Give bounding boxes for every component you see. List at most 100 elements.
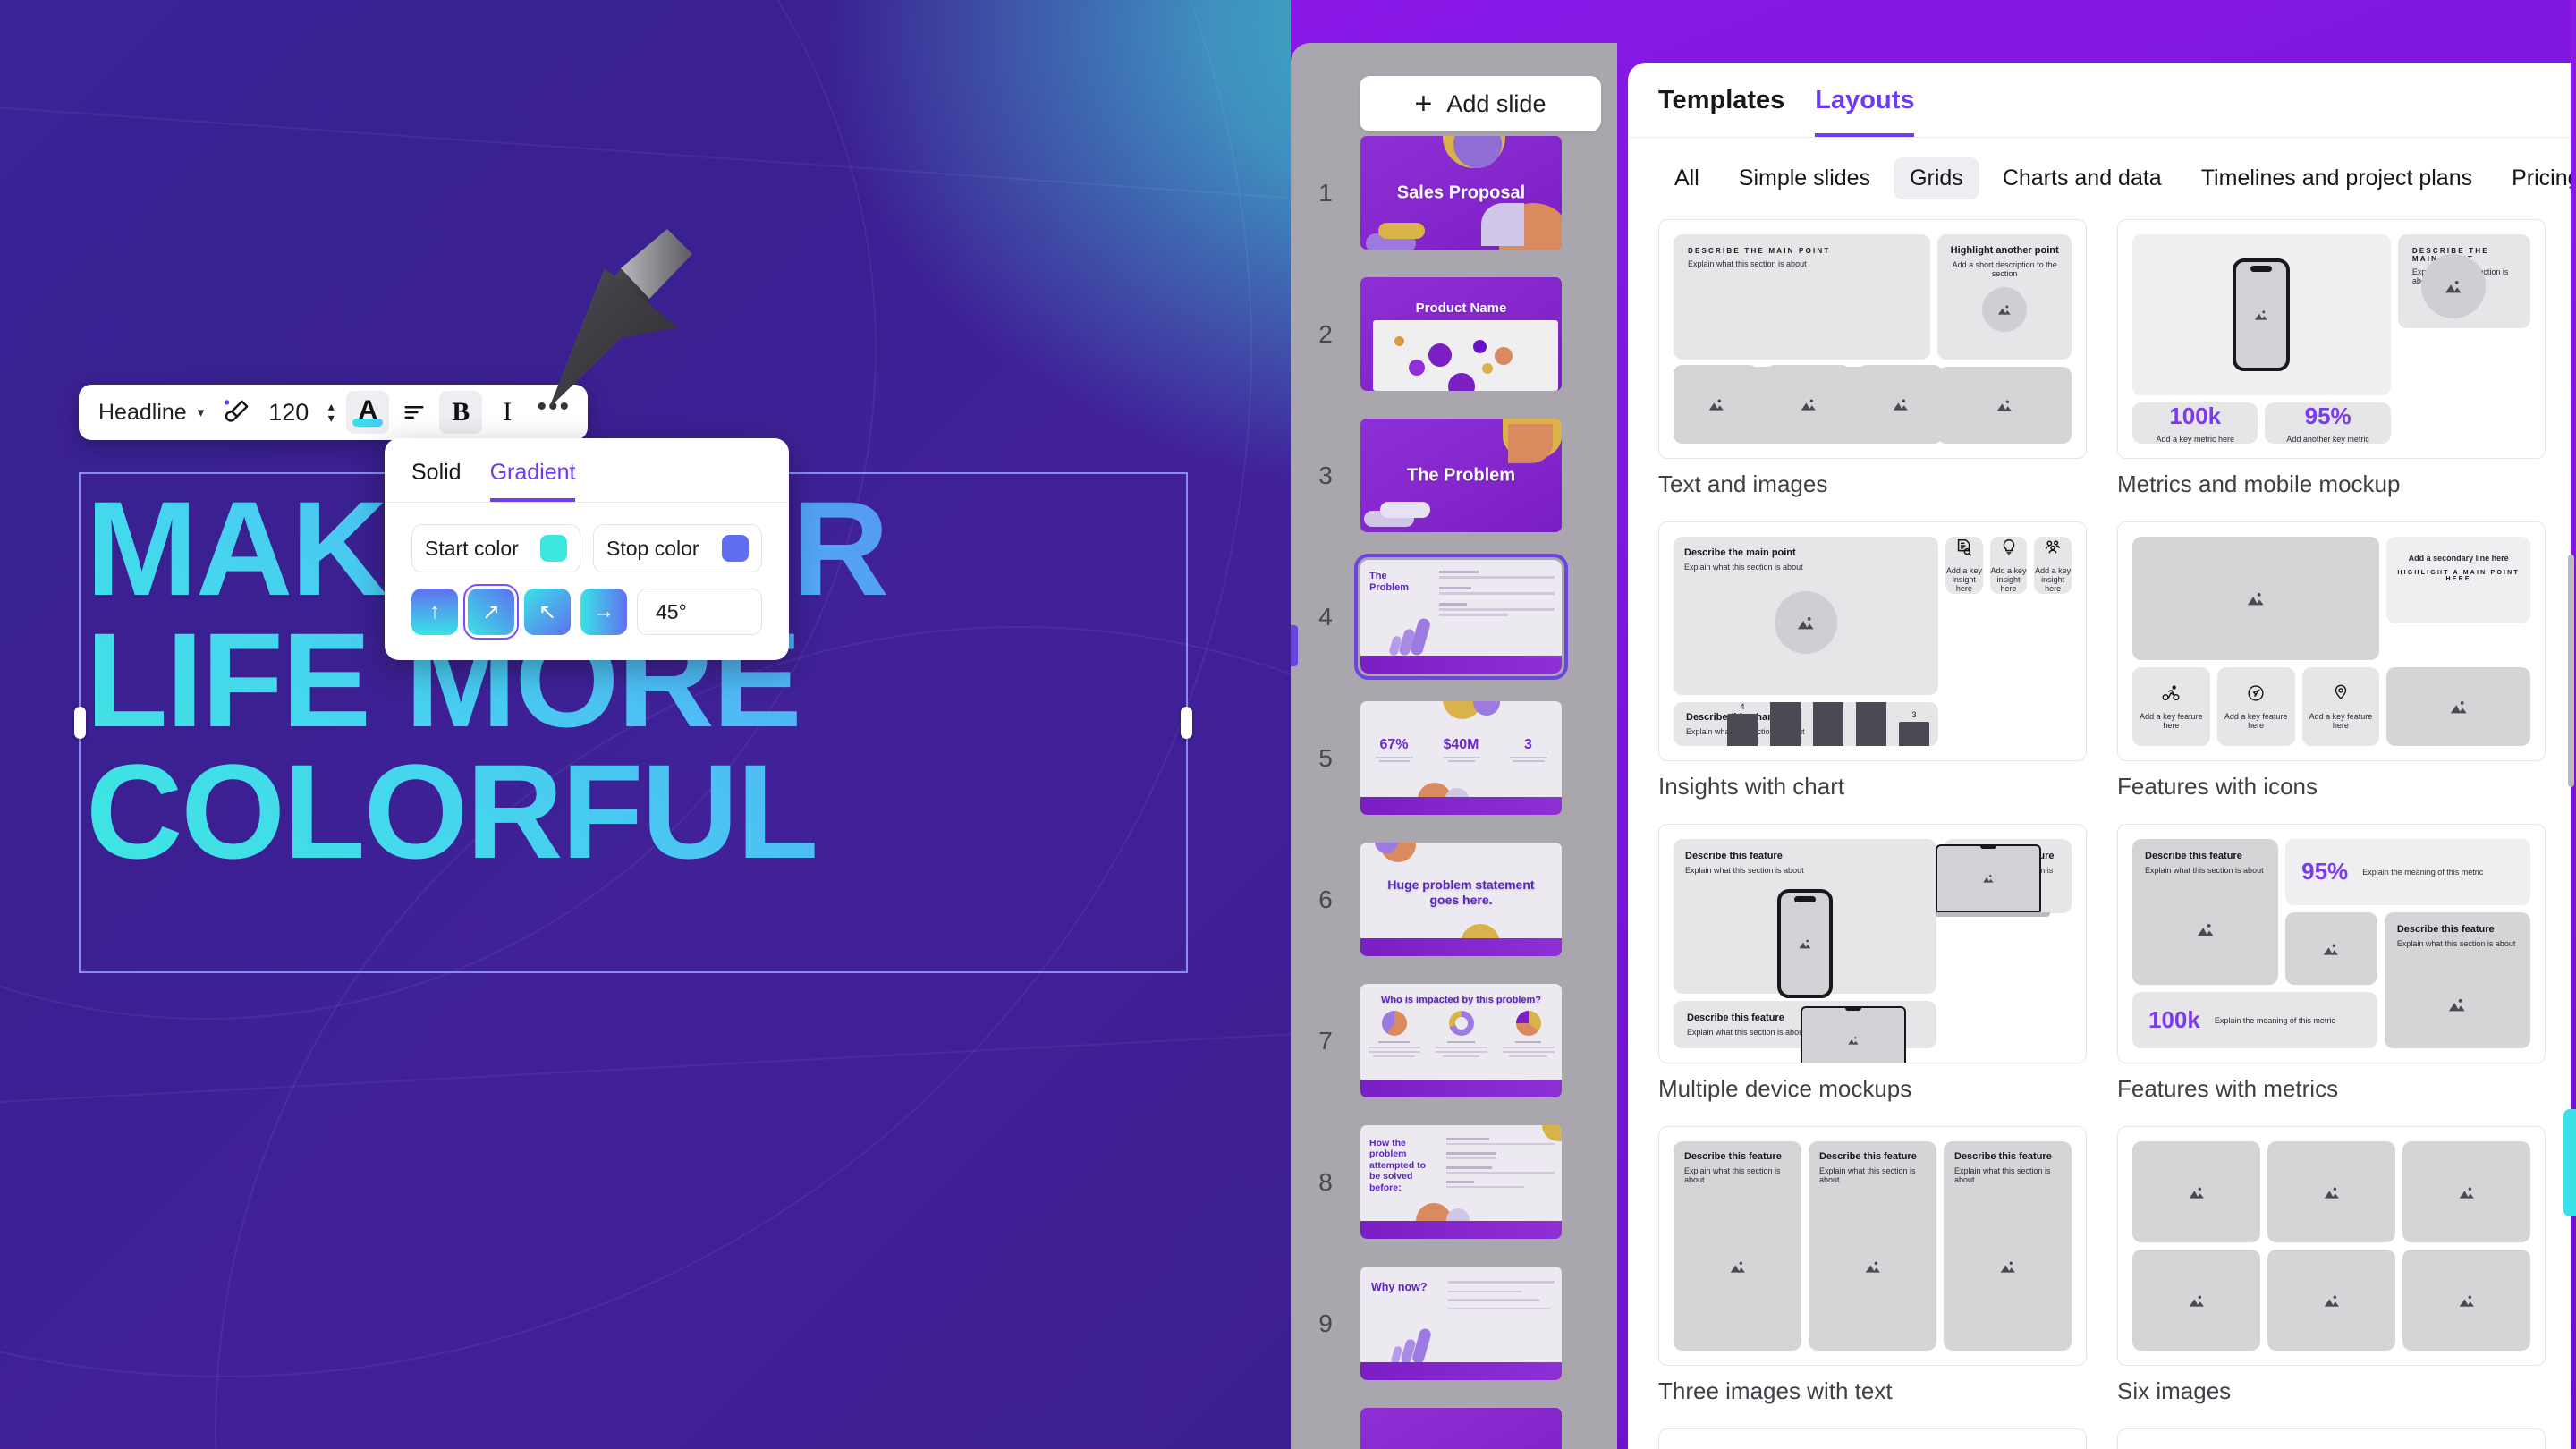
slide-list-item-7[interactable]: 7 Who is impacted by this problem? — [1291, 984, 1617, 1097]
slide-number: 2 — [1318, 319, 1333, 348]
slide-number: 1 — [1318, 178, 1333, 207]
tab-solid[interactable]: Solid — [411, 460, 462, 502]
chevron-down-icon[interactable]: ▾ — [328, 411, 335, 424]
layout-card-features-with-metrics[interactable]: Describe this feature Explain what this … — [2117, 824, 2546, 1103]
image-placeholder-icon — [1996, 400, 2012, 411]
slide-thumbnail[interactable]: Why now? — [1360, 1267, 1562, 1380]
tab-gradient[interactable]: Gradient — [489, 460, 576, 502]
gradient-direction-right[interactable]: → — [580, 589, 627, 635]
mobile-mockup — [2233, 258, 2291, 371]
layout-card-multiple-device-mockups[interactable]: Describe this feature Explain what this … — [1658, 824, 2087, 1103]
stop-color-field[interactable]: Stop color — [593, 524, 762, 572]
panel-scrollbar[interactable] — [2568, 555, 2574, 787]
bar-value-label: 4 — [1740, 702, 1745, 711]
layout-card-partial-1[interactable] — [1658, 1428, 2087, 1449]
slide-canvas[interactable]: MAKE YOUR LIFE MORE COLORFUL — [0, 0, 1291, 1449]
metric-value: 95% — [2301, 858, 2349, 886]
font-size-value[interactable]: 120 — [261, 399, 316, 427]
image-placeholder-icon — [2189, 1187, 2204, 1199]
card-label: Text and images — [1658, 470, 1828, 497]
slide-list-item-6[interactable]: 6 Huge problem statement goes here. — [1291, 843, 1617, 956]
slide-list-item-5[interactable]: 5 67% $40M 3 — [1291, 701, 1617, 815]
slide-thumbnail[interactable]: The Problem — [1354, 554, 1568, 680]
paint-brush-button[interactable] — [215, 391, 258, 434]
laptop-mockup — [1800, 1006, 1915, 1063]
chevron-down-icon: ▾ — [197, 405, 205, 420]
stop-color-swatch[interactable] — [722, 535, 749, 562]
text-color-button[interactable]: A — [346, 391, 390, 434]
image-placeholder-icon — [1847, 1037, 1859, 1045]
italic-button[interactable]: I — [486, 391, 529, 434]
add-slide-button[interactable]: + Add slide — [1360, 76, 1601, 131]
card-body-2: Add a short description to the section — [1952, 260, 2057, 278]
align-button[interactable] — [393, 391, 436, 434]
layout-card-three-images-with-text[interactable]: Describe this feature Explain what this … — [1658, 1126, 2087, 1405]
chip-charts-and-data[interactable]: Charts and data — [1987, 157, 2178, 199]
card-label: Features with icons — [2117, 773, 2318, 800]
slide-list-item-8[interactable]: 8 How the problem attempted to be solved… — [1291, 1125, 1617, 1239]
slide-thumbnail-title: Who is impacted by this problem? — [1380, 995, 1542, 1005]
start-color-field[interactable]: Start color — [411, 524, 580, 572]
slide-list-item-3[interactable]: 3 The Problem — [1291, 419, 1617, 532]
arrow-right-icon: → — [593, 599, 614, 623]
layout-card-partial-2[interactable] — [2117, 1428, 2546, 1449]
chip-timelines-and-project-plans[interactable]: Timelines and project plans — [2185, 157, 2488, 199]
decorative-line — [0, 106, 1291, 208]
slide-thumbnail-title: How the problem attempted to be solved b… — [1369, 1138, 1426, 1193]
slide-list-item-10[interactable]: 10 — [1291, 1408, 1617, 1449]
slide-list-item-9[interactable]: 9 Why now? — [1291, 1267, 1617, 1380]
layout-card-features-with-icons[interactable]: Add a secondary line here HIGHLIGHT A MA… — [2117, 521, 2546, 801]
slide-thumbnail-title: Sales Proposal — [1396, 182, 1526, 202]
bar — [1899, 722, 1929, 746]
tab-templates[interactable]: Templates — [1658, 86, 1784, 137]
image-placeholder-icon — [2324, 1295, 2339, 1307]
layout-card-six-images[interactable]: Six images — [2117, 1126, 2546, 1405]
chevron-up-icon[interactable]: ▴ — [328, 400, 335, 412]
bar-chart: 4 867 3 — [1727, 701, 1929, 746]
chip-grids[interactable]: Grids — [1894, 157, 1979, 199]
slide-number: 3 — [1318, 461, 1333, 489]
slide-thumbnail[interactable]: Product Name — [1360, 277, 1562, 391]
chip-all[interactable]: All — [1658, 157, 1716, 199]
gradient-direction-up-right[interactable]: ↗ — [463, 584, 519, 640]
image-placeholder-icon — [1998, 305, 2011, 315]
metric-caption: Add another key metric — [2286, 435, 2369, 444]
image-placeholder-icon — [2445, 280, 2462, 293]
font-size-stepper[interactable]: ▴ ▾ — [319, 400, 343, 424]
slide-thumbnail[interactable] — [1360, 1408, 1562, 1449]
image-placeholder-icon — [2189, 1295, 2204, 1307]
layout-card-metrics-and-mobile-mockup[interactable]: DESCRIBE THE MAIN POINT Explain what thi… — [2117, 219, 2546, 498]
text-style-dropdown[interactable]: Headline ▾ — [91, 396, 211, 429]
slide-list-item-4[interactable]: 4 The Problem — [1291, 554, 1617, 680]
slide-thumbnail[interactable]: The Problem — [1360, 419, 1562, 532]
gradient-angle-input[interactable]: 45° — [637, 589, 762, 635]
chip-simple-slides[interactable]: Simple slides — [1723, 157, 1886, 199]
slide-thumbnail[interactable]: Sales Proposal — [1360, 136, 1562, 250]
chip-pricing[interactable]: Pricing — [2496, 157, 2576, 199]
insight-caption: Add a key insight here — [1990, 565, 2027, 593]
image-placeholder-icon — [2459, 1295, 2474, 1307]
slide-thumbnail[interactable]: 67% $40M 3 — [1360, 701, 1562, 815]
tab-layouts[interactable]: Layouts — [1815, 86, 1915, 137]
feature-caption: Add a key feature here — [2140, 712, 2203, 731]
bar — [1813, 701, 1843, 746]
gradient-direction-up-left[interactable]: ↖ — [524, 589, 571, 635]
layout-card-insights-with-chart[interactable]: Add a key insight here Add a key insight… — [1658, 521, 2087, 801]
bold-button[interactable]: B — [439, 391, 483, 434]
feature-title: Describe this feature — [1684, 1151, 1782, 1162]
gradient-direction-up[interactable]: ↑ — [411, 589, 458, 635]
metric-value: 100k — [2148, 1006, 2200, 1034]
slide-list-item-2[interactable]: 2 Product Name — [1291, 277, 1617, 391]
image-placeholder-icon — [1893, 399, 1908, 411]
slide-thumbnail[interactable]: Who is impacted by this problem? — [1360, 984, 1562, 1097]
slide-thumbnail[interactable]: Huge problem statement goes here. — [1360, 843, 1562, 956]
slide-list-item-1[interactable]: 1 Sales Proposal — [1291, 136, 1617, 250]
feature-body: Explain what this section is about — [2396, 938, 2516, 948]
resize-handle-left[interactable] — [74, 707, 86, 739]
metric-value: 100k — [2169, 402, 2222, 429]
layout-card-text-and-images[interactable]: DESCRIBE THE MAIN POINT Explain what thi… — [1658, 219, 2087, 498]
start-color-swatch[interactable] — [540, 535, 567, 562]
card-label: Insights with chart — [1658, 773, 1845, 800]
slide-thumbnail[interactable]: How the problem attempted to be solved b… — [1360, 1125, 1562, 1239]
feature-body: Explain what this section is about — [1819, 1166, 1916, 1184]
